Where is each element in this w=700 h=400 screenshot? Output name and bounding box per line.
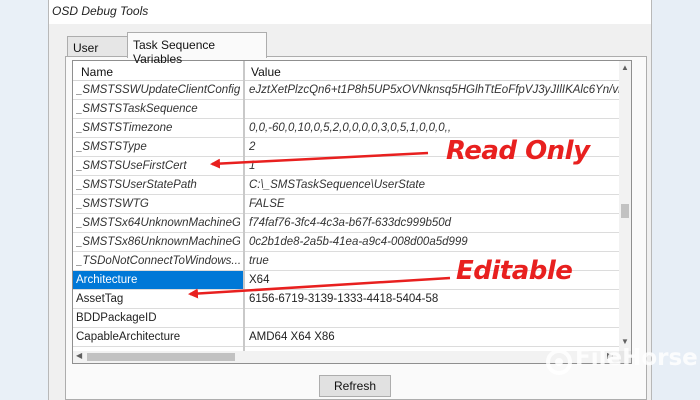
window-title: OSD Debug Tools (52, 4, 149, 18)
variable-name-cell[interactable]: _TSDoNotConnectToWindows... (76, 255, 240, 267)
variables-grid[interactable]: Name Value _SMSTSSWUpdateClientConfig eJz… (72, 60, 632, 364)
refresh-button[interactable]: Refresh (319, 375, 391, 397)
scroll-left-icon[interactable]: ◀ (76, 351, 82, 360)
ring-icon (546, 349, 572, 375)
variable-name-cell[interactable]: _SMSTSx64UnknownMachineG... (76, 217, 240, 229)
title-bar: OSD Debug Tools (49, 0, 651, 24)
table-row[interactable]: BDDPackageID (73, 309, 619, 328)
horizontal-scrollbar[interactable]: ◀ ▶ (73, 351, 619, 363)
variable-value-cell: C:\_SMSTaskSequence\UserState (249, 179, 425, 191)
variable-name-cell[interactable]: _SMSTSTaskSequence (76, 103, 240, 115)
read-only-callout: Read Only (446, 136, 590, 166)
column-resize-handle[interactable] (243, 61, 245, 81)
column-divider (243, 81, 245, 351)
table-row[interactable]: _SMSTSWTG FALSE (73, 195, 619, 214)
variable-name-cell[interactable]: _SMSTSUseFirstCert (76, 160, 240, 172)
variable-name-cell[interactable]: Architecture (73, 271, 243, 289)
variable-name-cell[interactable]: BDDPackageID (76, 312, 240, 324)
editable-callout: Editable (456, 256, 573, 286)
table-row[interactable]: _SMSTSUserStatePath C:\_SMSTaskSequence\U… (73, 176, 619, 195)
variable-value-cell: 0c2b1de8-2a5b-41ea-a9c4-008d00a5d999 (249, 236, 468, 248)
variable-name-cell[interactable]: CapableArchitecture (76, 331, 240, 343)
watermark-text: FileHorse (575, 345, 698, 371)
variable-name-cell[interactable]: _SMSTSTimezone (76, 122, 240, 134)
variable-name-cell[interactable]: _SMSTSUserStatePath (76, 179, 240, 191)
table-row[interactable]: _SMSTSSWUpdateClientConfig eJztXetPlzcQn6… (73, 81, 619, 100)
desktop-background-right (652, 0, 700, 400)
column-header-name[interactable]: Name (81, 65, 113, 79)
variable-value-cell[interactable]: 6156-6719-3139-1333-4418-5404-58 (249, 293, 619, 305)
osd-debug-tools-window: OSD Debug Tools User Tools Task Sequence… (48, 0, 652, 400)
column-header-value[interactable]: Value (251, 65, 281, 79)
watermark-logo: FileHorse (545, 342, 698, 382)
variable-value-cell: eJztXetPlzcQn6+t1P8h5UP5xOVNknsq5HGlhTtE… (249, 84, 619, 96)
table-row[interactable]: _SMSTSx64UnknownMachineG... f74faf76-3fc4… (73, 214, 619, 233)
grid-rows: _SMSTSSWUpdateClientConfig eJztXetPlzcQn6… (73, 81, 619, 347)
scroll-up-icon[interactable]: ▲ (621, 63, 629, 72)
vertical-scroll-thumb[interactable] (621, 204, 629, 218)
table-row[interactable]: AssetTag 6156-6719-3139-1333-4418-5404-58 (73, 290, 619, 309)
variable-value-cell: 0,0,-60,0,10,0,5,2,0,0,0,0,3,0,5,1,0,0,0… (249, 122, 452, 134)
tab-user-tools[interactable]: User Tools (67, 36, 129, 69)
variable-name-cell[interactable]: _SMSTSx86UnknownMachineG... (76, 236, 240, 248)
desktop-background-left (0, 0, 48, 400)
variable-name-cell[interactable]: _SMSTSType (76, 141, 240, 153)
variable-name-cell[interactable]: _SMSTSSWUpdateClientConfig (76, 84, 240, 96)
variable-name-cell[interactable]: _SMSTSWTG (76, 198, 240, 210)
tab-task-sequence-variables[interactable]: Task Sequence Variables (127, 32, 267, 66)
horizontal-scroll-thumb[interactable] (87, 353, 235, 361)
variable-value-cell: FALSE (249, 198, 285, 210)
variable-value-cell: f74faf76-3fc4-4c3a-b67f-633dc999b50d (249, 217, 452, 229)
table-row[interactable]: _SMSTSx86UnknownMachineG... 0c2b1de8-2a5b… (73, 233, 619, 252)
variable-name-cell[interactable]: AssetTag (76, 293, 240, 305)
vertical-scrollbar[interactable]: ▲ ▼ (619, 61, 631, 351)
table-row[interactable]: _SMSTSTaskSequence (73, 100, 619, 119)
table-row[interactable]: CapableArchitecture AMD64 X64 X86 (73, 328, 619, 347)
